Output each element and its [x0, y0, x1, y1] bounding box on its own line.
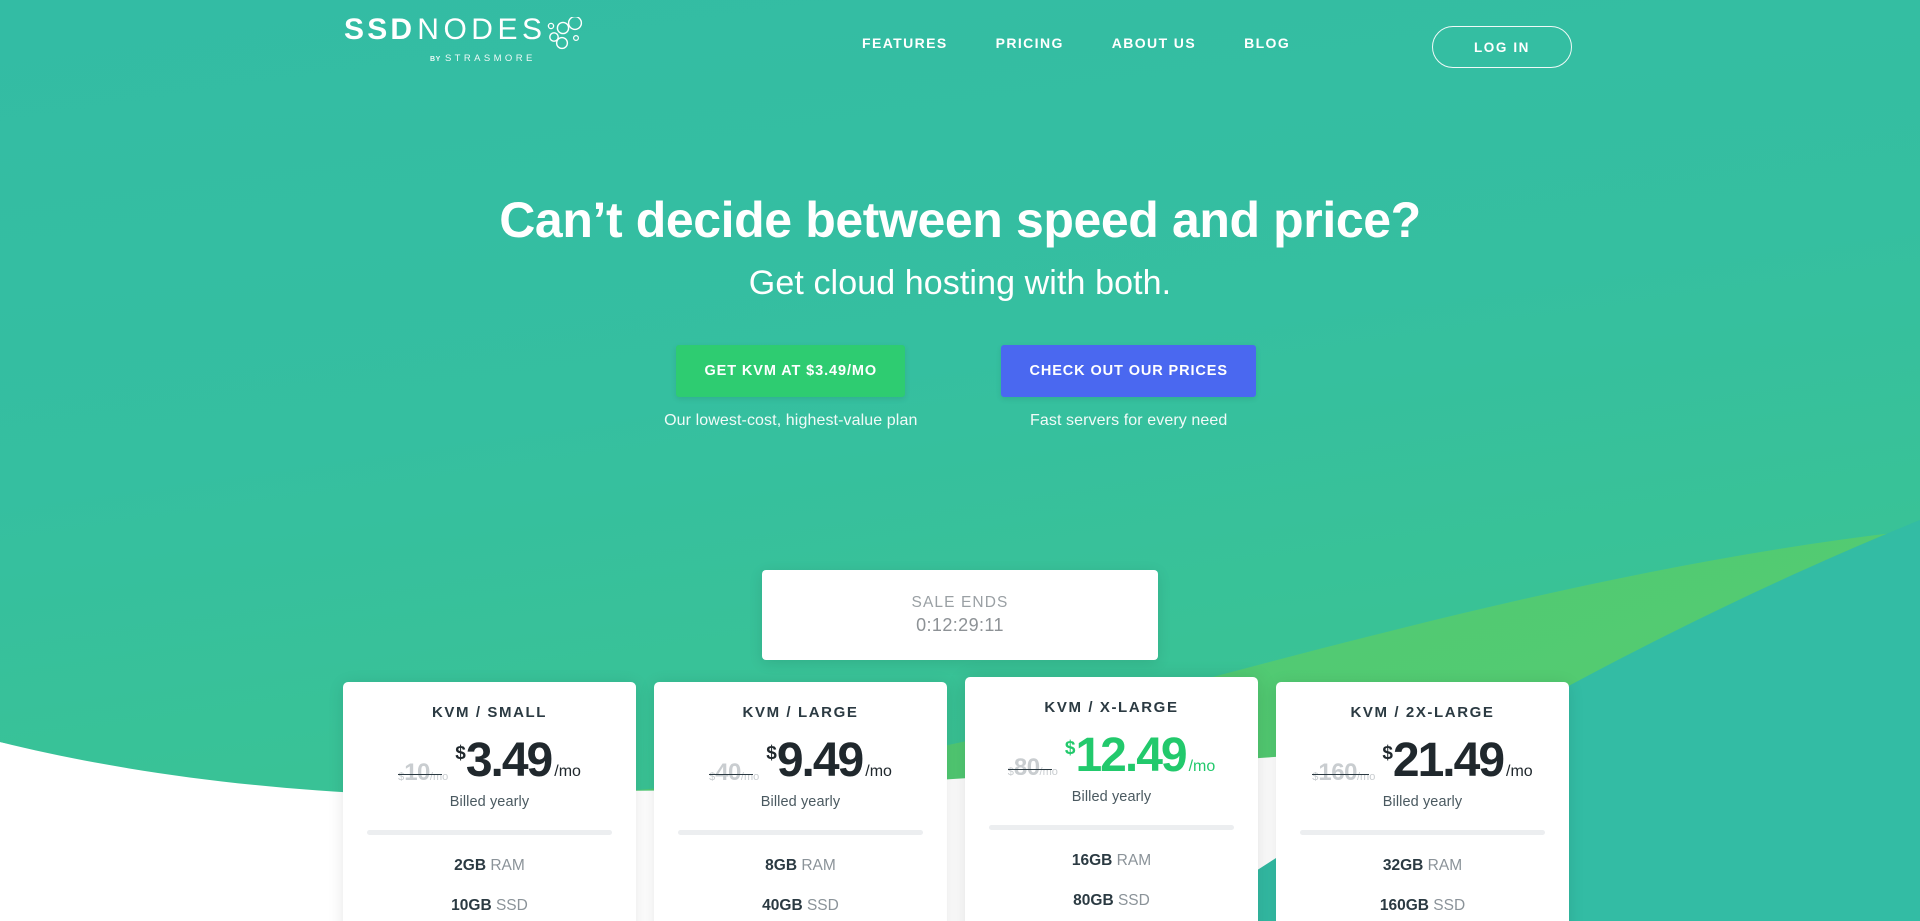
- plan-title: KVM / LARGE: [742, 704, 859, 721]
- price-amount: 9.49: [776, 734, 864, 787]
- nav-item-pricing[interactable]: PRICING: [996, 29, 1064, 57]
- brand-ssd-text: SSD: [344, 13, 416, 46]
- ram-value: 2GB: [454, 857, 487, 874]
- old-price-amount: 10: [404, 759, 430, 786]
- plan-price-row: $ 40 /mo $ 9.49 /mo: [654, 737, 947, 787]
- brand-tagline: BY STRASMORE: [430, 53, 536, 64]
- ram-value: 16GB: [1071, 852, 1113, 869]
- plan-ssd-spec: 10GB SSD: [343, 897, 636, 915]
- price-currency: $: [1064, 738, 1076, 759]
- ssd-label: SSD: [495, 897, 528, 914]
- old-price-amount: 80: [1013, 754, 1040, 781]
- plan-title: KVM / 2X-LARGE: [1350, 704, 1495, 721]
- plan-new-price: $ 21.49 /mo: [1382, 737, 1532, 785]
- plan-new-price: $ 3.49 /mo: [455, 737, 581, 785]
- old-price-amount: 40: [715, 759, 741, 786]
- hero-title: Can’t decide between speed and price?: [499, 192, 1421, 248]
- hero-subtitle: Get cloud hosting with both.: [748, 264, 1172, 302]
- sale-countdown-box: SALE ENDS 0:12:29:11: [762, 570, 1158, 660]
- old-price-period: /mo: [429, 771, 449, 783]
- plan-ssd-spec: 80GB SSD: [965, 892, 1258, 910]
- plan-new-price: $ 9.49 /mo: [766, 737, 892, 785]
- plan-old-price: $ 80 /mo: [1007, 754, 1058, 782]
- pricing-card-kvm-x-large[interactable]: KVM / X-LARGE $ 80 /mo $ 12.49 /mo Bille…: [965, 677, 1258, 921]
- get-kvm-button[interactable]: GET KVM AT $3.49/MO: [676, 345, 906, 397]
- ram-label: RAM: [1116, 852, 1152, 869]
- plan-billing-note: Billed yearly: [449, 794, 530, 810]
- ssd-label: SSD: [1433, 897, 1466, 914]
- price-amount: 12.49: [1075, 729, 1187, 782]
- get-kvm-caption: Our lowest-cost, highest-value plan: [664, 412, 918, 429]
- ssd-label: SSD: [1117, 892, 1150, 909]
- ram-label: RAM: [1427, 857, 1463, 874]
- price-currency: $: [455, 743, 466, 764]
- bubbles-icon: [547, 17, 583, 50]
- plan-price-row: $ 160 /mo $ 21.49 /mo: [1276, 737, 1569, 787]
- plan-ssd-spec: 40GB SSD: [654, 897, 947, 915]
- price-period: /mo: [554, 763, 581, 780]
- pricing-card-kvm-small[interactable]: KVM / SMALL $ 10 /mo $ 3.49 /mo Billed y…: [343, 682, 636, 921]
- nav-item-blog[interactable]: BLOG: [1244, 29, 1290, 57]
- ssd-value: 40GB: [762, 897, 803, 914]
- card-divider: [1300, 830, 1545, 835]
- check-prices-caption: Fast servers for every need: [1029, 412, 1228, 429]
- plan-ram-spec: 8GB RAM: [654, 857, 947, 875]
- pricing-card-kvm-2x-large[interactable]: KVM / 2X-LARGE $ 160 /mo $ 21.49 /mo Bil…: [1276, 682, 1569, 921]
- cta-group-primary: GET KVM AT $3.49/MO Our lowest-cost, hig…: [664, 345, 917, 430]
- plan-old-price: $ 160 /mo: [1312, 759, 1375, 787]
- check-prices-button[interactable]: CHECK OUT OUR PRICES: [1001, 345, 1256, 397]
- plan-price-row: $ 10 /mo $ 3.49 /mo: [343, 737, 636, 787]
- old-price-period: /mo: [740, 771, 760, 783]
- plan-ram-spec: 2GB RAM: [343, 857, 636, 875]
- brand-parent-text: STRASMORE: [444, 53, 536, 64]
- ssd-value: 10GB: [451, 897, 492, 914]
- pricing-card-row: KVM / SMALL $ 10 /mo $ 3.49 /mo Billed y…: [343, 677, 1575, 921]
- plan-billing-note: Billed yearly: [760, 794, 841, 810]
- brand-logo[interactable]: SSD NODES BY STRASMORE: [344, 15, 584, 67]
- hero-cta-row: GET KVM AT $3.49/MO Our lowest-cost, hig…: [0, 345, 1920, 430]
- plan-ram-spec: 16GB RAM: [965, 852, 1258, 870]
- ssd-value: 160GB: [1379, 897, 1429, 914]
- price-currency: $: [766, 743, 777, 764]
- card-divider: [678, 830, 923, 835]
- ram-value: 8GB: [765, 857, 798, 874]
- plan-old-price: $ 40 /mo: [709, 759, 759, 787]
- price-period: /mo: [1188, 758, 1216, 775]
- price-currency: $: [1382, 743, 1393, 764]
- price-amount: 21.49: [1392, 734, 1505, 787]
- price-amount: 3.49: [465, 734, 553, 787]
- old-price-period: /mo: [1039, 766, 1058, 778]
- nav-item-about-us[interactable]: ABOUT US: [1112, 29, 1196, 57]
- ram-label: RAM: [801, 857, 836, 874]
- plan-ssd-spec: 160GB SSD: [1276, 897, 1569, 915]
- plan-billing-note: Billed yearly: [1382, 794, 1463, 810]
- old-price-period: /mo: [1356, 771, 1376, 783]
- price-period: /mo: [865, 763, 892, 780]
- plan-title: KVM / X-LARGE: [1044, 699, 1179, 716]
- card-divider: [989, 825, 1234, 830]
- ram-value: 32GB: [1382, 857, 1424, 874]
- cta-group-secondary: CHECK OUT OUR PRICES Fast servers for ev…: [1001, 345, 1256, 430]
- site-header: SSD NODES BY STRASMORE FEATURES PRICING …: [0, 0, 1920, 82]
- sale-countdown-timer: 0:12:29:11: [916, 615, 1004, 635]
- plan-new-price: $ 12.49 /mo: [1065, 732, 1215, 780]
- plan-ram-spec: 32GB RAM: [1276, 857, 1569, 875]
- old-price-amount: 160: [1318, 759, 1357, 786]
- ssd-value: 80GB: [1073, 892, 1114, 909]
- brand-nodes-text: NODES: [417, 13, 547, 46]
- login-button[interactable]: LOG IN: [1432, 26, 1572, 68]
- plan-old-price: $ 10 /mo: [398, 759, 448, 787]
- plan-billing-note: Billed yearly: [1071, 789, 1152, 805]
- pricing-card-kvm-large[interactable]: KVM / LARGE $ 40 /mo $ 9.49 /mo Billed y…: [654, 682, 947, 921]
- price-period: /mo: [1506, 763, 1533, 780]
- main-navigation: FEATURES PRICING ABOUT US BLOG: [862, 29, 1290, 57]
- card-divider: [367, 830, 612, 835]
- plan-price-row: $ 80 /mo $ 12.49 /mo: [965, 732, 1258, 782]
- brand-by-text: BY: [430, 56, 441, 63]
- nav-item-features[interactable]: FEATURES: [862, 29, 948, 57]
- plan-title: KVM / SMALL: [431, 704, 548, 721]
- ssd-label: SSD: [806, 897, 839, 914]
- sale-ends-label: SALE ENDS: [911, 594, 1009, 611]
- ram-label: RAM: [490, 857, 525, 874]
